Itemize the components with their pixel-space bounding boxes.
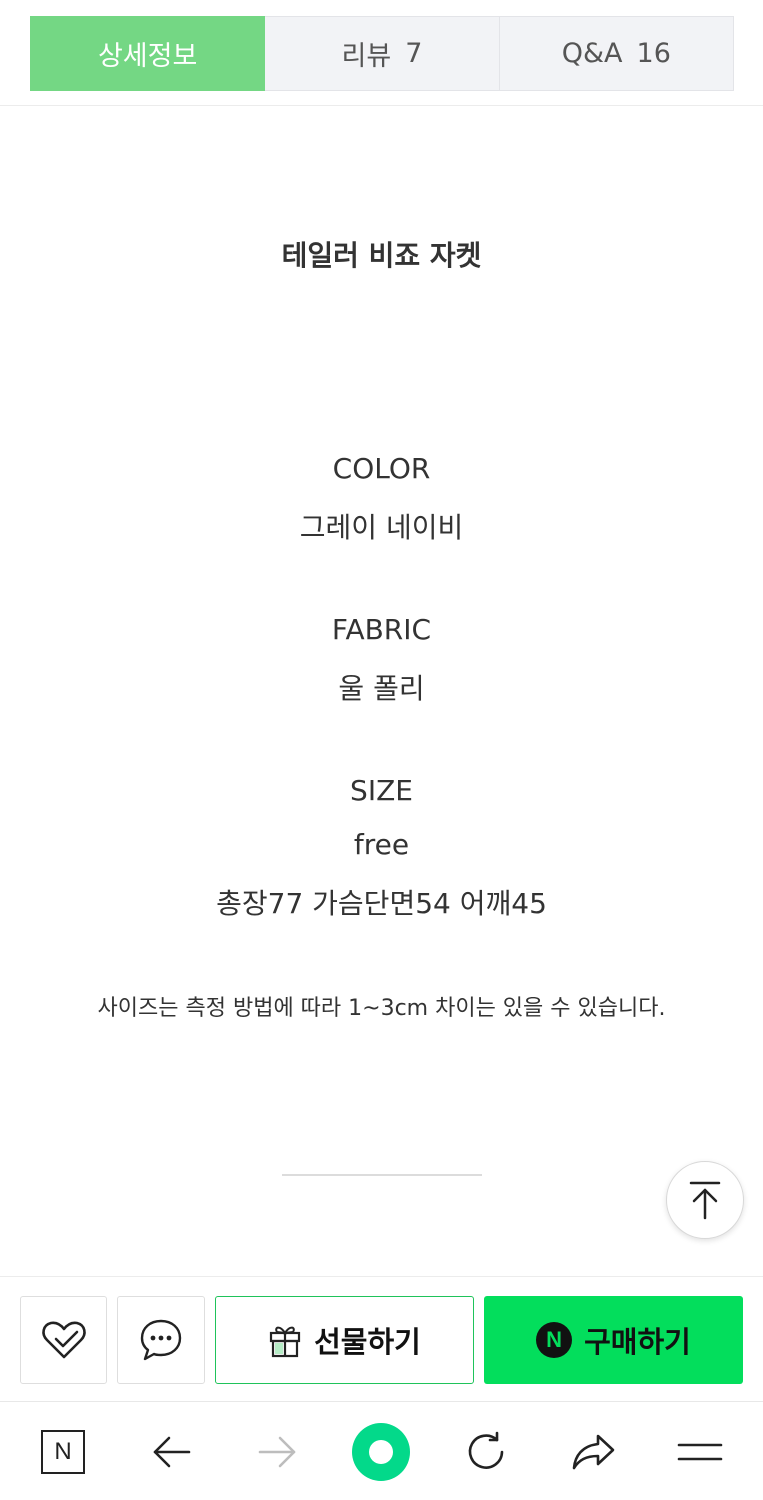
fabric-value: 울 폴리 <box>338 672 425 705</box>
arrow-up-to-top-icon <box>689 1181 721 1220</box>
tab-qna-label: Q&A <box>561 38 623 69</box>
green-dot-icon <box>352 1423 410 1481</box>
size-value: free <box>353 828 410 861</box>
gift-button-label: 선물하기 <box>314 1325 421 1359</box>
share-arrow-icon <box>572 1434 615 1470</box>
gift-button[interactable]: 선물하기 <box>215 1296 474 1384</box>
fabric-heading: FABRIC <box>331 613 432 646</box>
size-detail: 총장77 가슴단면54 어깨45 <box>216 887 547 920</box>
color-value: 그레이 네이비 <box>299 511 464 544</box>
naver-home-button[interactable]: N <box>33 1422 93 1482</box>
chat-bubble-icon <box>140 1319 182 1361</box>
size-note: 사이즈는 측정 방법에 따라 1~3cm 차이는 있을 수 있습니다. <box>97 996 666 1021</box>
tab-reviews-label: 리뷰 <box>341 41 392 72</box>
buy-button-label: 구매하기 <box>584 1325 691 1359</box>
back-button[interactable] <box>142 1422 202 1482</box>
heart-check-icon <box>41 1321 86 1359</box>
tab-details-label: 상세정보 <box>97 41 198 72</box>
tab-reviews-count: 7 <box>405 38 423 69</box>
tab-qna[interactable]: Q&A 16 <box>499 16 734 91</box>
talk-button[interactable] <box>117 1296 205 1384</box>
forward-button[interactable] <box>247 1422 307 1482</box>
refresh-button[interactable] <box>456 1422 516 1482</box>
buy-button[interactable]: N 구매하기 <box>484 1296 743 1384</box>
arrow-right-icon <box>258 1436 296 1468</box>
green-dot-button[interactable] <box>351 1422 411 1482</box>
naver-n-icon: N <box>41 1430 85 1474</box>
tab-qna-count: 16 <box>636 38 671 69</box>
share-button[interactable] <box>563 1422 623 1482</box>
product-title: 테일러 비죠 자켓 <box>281 239 482 272</box>
content-end-divider <box>282 1174 482 1176</box>
naver-pay-icon: N <box>536 1322 573 1358</box>
scroll-top-button[interactable] <box>666 1161 744 1239</box>
menu-button[interactable] <box>670 1422 730 1482</box>
purchase-bar: 선물하기 N 구매하기 <box>0 1276 763 1400</box>
hamburger-menu-icon <box>677 1443 723 1461</box>
browser-nav-bar: N <box>0 1401 763 1500</box>
size-heading: SIZE <box>350 774 413 807</box>
detail-tabs: 상세정보 리뷰 7 Q&A 16 <box>30 16 734 91</box>
tab-details[interactable]: 상세정보 <box>30 16 266 91</box>
arrow-left-icon <box>153 1436 191 1468</box>
tabs-divider <box>0 105 763 106</box>
gift-icon <box>270 1326 301 1358</box>
tab-reviews[interactable]: 리뷰 7 <box>265 16 500 91</box>
refresh-icon <box>468 1431 504 1469</box>
color-heading: COLOR <box>332 452 431 485</box>
zzim-button[interactable] <box>20 1296 107 1384</box>
